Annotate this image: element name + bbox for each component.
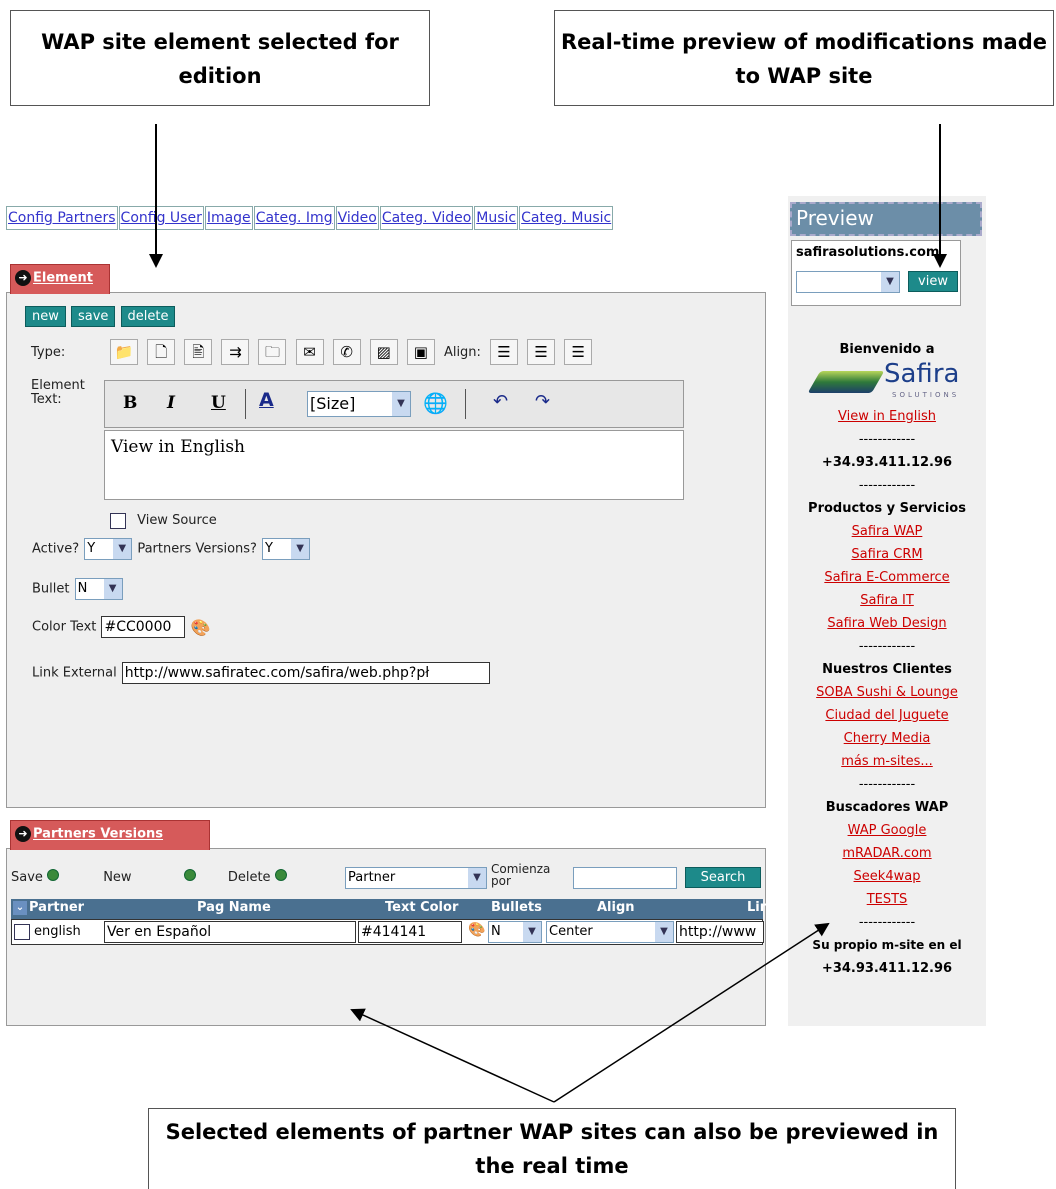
partners-versions-tab-label[interactable]: Partners Versions <box>33 827 163 842</box>
arrow-to-partner-row <box>350 1008 555 1103</box>
arrow-circle-icon: ➜ <box>15 270 31 286</box>
element-tab-label[interactable]: Element <box>33 271 93 286</box>
arrow-to-preview-tests <box>553 922 830 1103</box>
element-section-tab[interactable]: ➜ Element <box>10 264 110 294</box>
arrow-circle-icon: ➜ <box>15 826 31 842</box>
partners-versions-section-tab[interactable]: ➜ Partners Versions <box>10 820 210 850</box>
annotation-arrows <box>149 124 947 1103</box>
